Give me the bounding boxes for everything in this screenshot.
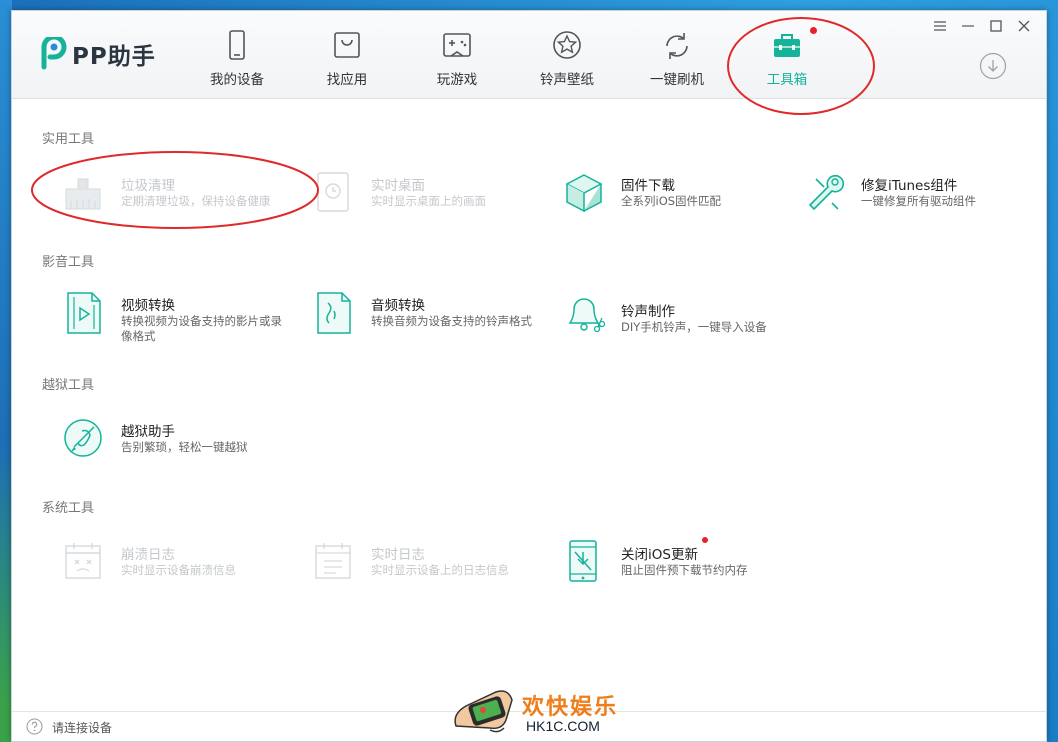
- tool-desc: 全系列iOS固件匹配: [621, 194, 722, 208]
- refresh-icon: [666, 33, 688, 59]
- tool-desc: 告别繁琐，轻松一键越狱: [121, 440, 248, 454]
- screen-mirror-icon: [317, 172, 349, 212]
- app-window: PP助手 我的设备 找应用 玩游戏 铃声壁纸 一键刷机 工具箱 实用工具 垃圾清…: [11, 10, 1047, 742]
- download-icon[interactable]: [979, 52, 1007, 80]
- close-icon: [1018, 20, 1030, 32]
- tool-video-convert[interactable]: 视频转换 转换视频为设备支持的影片或录像格式: [62, 291, 307, 343]
- tool-desc: 定期清理垃圾，保持设备健康: [121, 194, 271, 208]
- nav-label: 一键刷机: [650, 72, 704, 88]
- tool-desc: DIY手机铃声，一键导入设备: [621, 320, 767, 334]
- video-file-icon: [67, 292, 101, 334]
- nav-games[interactable]: 玩游戏: [402, 11, 512, 99]
- cube-icon: [565, 174, 603, 213]
- new-badge: [810, 27, 817, 34]
- nav-label: 我的设备: [210, 72, 264, 88]
- nav-label: 玩游戏: [436, 72, 478, 88]
- tool-name: 实时桌面: [371, 178, 425, 194]
- tool-desc: 转换音频为设备支持的铃声格式: [371, 314, 532, 328]
- nav-label: 找应用: [326, 72, 368, 88]
- broom-icon: [65, 178, 101, 210]
- nav-label: 铃声壁纸: [540, 72, 594, 88]
- tool-name: 崩溃日志: [121, 547, 175, 563]
- tool-realtime-desktop[interactable]: 实时桌面 实时显示桌面上的画面: [312, 171, 557, 221]
- tool-repair-itunes[interactable]: 修复iTunes组件 一键修复所有驱动组件: [802, 171, 1047, 221]
- device-status: 请连接设备: [52, 721, 113, 735]
- tool-name: 关闭iOS更新: [621, 547, 698, 563]
- minimize-button[interactable]: [956, 16, 980, 36]
- nav-one-click-flash[interactable]: 一键刷机: [622, 11, 732, 99]
- tool-name: 垃圾清理: [121, 178, 175, 194]
- app-logo: PP助手: [38, 37, 156, 71]
- wrench-icon: [808, 174, 845, 211]
- tool-desc: 实时显示设备崩溃信息: [121, 563, 236, 577]
- main-nav: 我的设备 找应用 玩游戏 铃声壁纸 一键刷机 工具箱: [182, 11, 842, 99]
- bell-scissors-icon: [568, 298, 606, 333]
- phone-icon: [229, 30, 245, 60]
- jailbreak-icon: [64, 419, 102, 457]
- tool-name: 修复iTunes组件: [861, 178, 958, 194]
- tool-realtime-log[interactable]: 实时日志 实时显示设备上的日志信息: [312, 540, 557, 590]
- watermark-cn-text: 欢快娱乐: [522, 695, 619, 720]
- tool-desc: 一键修复所有驱动组件: [861, 194, 976, 208]
- tool-name: 铃声制作: [621, 304, 675, 320]
- app-name: PP助手: [72, 44, 156, 70]
- tool-desc: 实时显示设备上的日志信息: [371, 563, 509, 577]
- audio-file-icon: [317, 292, 351, 334]
- crash-log-icon: [65, 543, 101, 579]
- minimize-icon: [962, 25, 974, 27]
- tool-name: 实时日志: [371, 547, 425, 563]
- shopping-bag-icon: [334, 32, 360, 58]
- tool-audio-convert[interactable]: 音频转换 转换音频为设备支持的铃声格式: [312, 291, 557, 341]
- tool-desc: 转换视频为设备支持的影片或录像格式: [121, 314, 282, 343]
- nav-toolbox[interactable]: 工具箱: [732, 11, 842, 99]
- tool-name: 固件下载: [621, 178, 675, 194]
- section-title-practical: 实用工具: [42, 132, 95, 147]
- section-title-jailbreak: 越狱工具: [42, 378, 95, 393]
- menu-icon: [934, 21, 946, 31]
- maximize-button[interactable]: [984, 16, 1008, 36]
- section-title-media: 影音工具: [42, 255, 95, 270]
- watermark-logo-icon: [454, 690, 513, 733]
- log-icon: [315, 543, 351, 579]
- watermark: 欢快娱乐 HK1C.COM: [450, 684, 620, 742]
- tool-name: 音频转换: [371, 298, 425, 314]
- nav-label: 工具箱: [766, 72, 808, 88]
- menu-button[interactable]: [928, 16, 952, 36]
- tool-disable-ios-update[interactable]: 关闭iOS更新 阻止固件预下载节约内存: [562, 537, 807, 590]
- maximize-icon: [990, 20, 1002, 32]
- help-icon[interactable]: [26, 718, 43, 735]
- tool-desc: 阻止固件预下载节约内存: [621, 563, 748, 577]
- tool-ringtone-maker[interactable]: 铃声制作 DIY手机铃声，一键导入设备: [562, 291, 807, 341]
- block-update-icon: [569, 540, 597, 582]
- toolbox-icon: [774, 34, 800, 57]
- top-toolbar: PP助手 我的设备 找应用 玩游戏 铃声壁纸 一键刷机 工具箱: [12, 11, 1046, 99]
- star-icon: [553, 31, 581, 59]
- tool-firmware-download[interactable]: 固件下载 全系列iOS固件匹配: [562, 171, 807, 221]
- close-button[interactable]: [1012, 16, 1036, 36]
- gamepad-icon: [443, 33, 471, 57]
- nav-find-apps[interactable]: 找应用: [292, 11, 402, 99]
- tool-name: 越狱助手: [121, 424, 175, 440]
- tool-crash-log[interactable]: 崩溃日志 实时显示设备崩溃信息: [62, 540, 307, 590]
- nav-ringtones-wallpapers[interactable]: 铃声壁纸: [512, 11, 622, 99]
- watermark-en-text: HK1C.COM: [526, 718, 600, 734]
- section-title-system: 系统工具: [42, 501, 95, 516]
- tool-desc: 实时显示桌面上的画面: [371, 194, 486, 208]
- tool-junk-clean[interactable]: 垃圾清理 定期清理垃圾，保持设备健康: [62, 171, 307, 221]
- nav-my-device[interactable]: 我的设备: [182, 11, 292, 99]
- new-badge: [702, 537, 708, 543]
- pp-logo-icon: [41, 37, 67, 70]
- tool-name: 视频转换: [121, 298, 175, 314]
- tool-jailbreak-assistant[interactable]: 越狱助手 告别繁琐，轻松一键越狱: [62, 417, 307, 467]
